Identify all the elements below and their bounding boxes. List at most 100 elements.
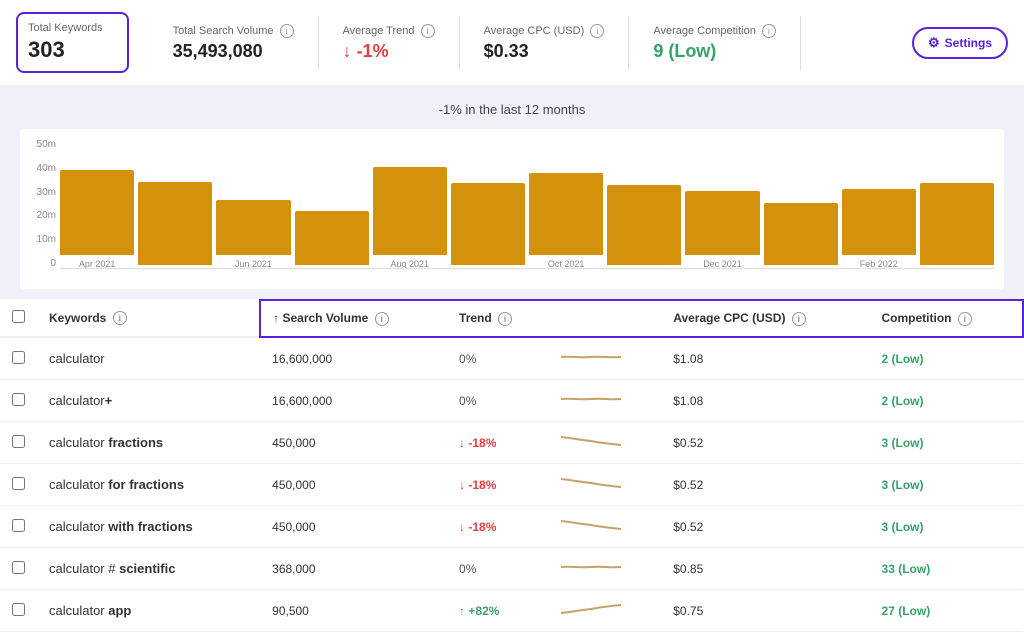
- competition-cell: 3 (Low): [870, 422, 1023, 464]
- keywords-table: Keywords i ↑ Search Volume i Trend i: [0, 299, 1024, 632]
- avg-trend-stat: Average Trend i ↓ -1%: [319, 16, 460, 70]
- gear-icon: ⚙: [928, 35, 940, 51]
- avg-competition-info-icon[interactable]: i: [762, 24, 776, 38]
- table-row: calculator app 90,500 ↑ +82% $0.75 27 (L…: [0, 590, 1023, 632]
- competition-cell: 3 (Low): [870, 506, 1023, 548]
- bar: [607, 185, 681, 265]
- row-checkbox-cell: [0, 548, 37, 590]
- cpc-cell: $0.52: [661, 506, 869, 548]
- bar: [60, 170, 134, 255]
- cpc-cell: $0.52: [661, 422, 869, 464]
- avg-trend-info-icon[interactable]: i: [421, 24, 435, 38]
- table-row: calculator fractions 450,000 ↓ -18% $0.5…: [0, 422, 1023, 464]
- cpc-cell: $1.08: [661, 337, 869, 380]
- search-volume-cell: 450,000: [260, 422, 447, 464]
- bar-group: Feb 2022: [842, 189, 916, 269]
- avg-cpc-info-icon[interactable]: i: [590, 24, 604, 38]
- row-checkbox-cell: [0, 422, 37, 464]
- competition-value: 3 (Low): [882, 436, 924, 450]
- search-volume-info-icon[interactable]: i: [280, 24, 294, 38]
- trend-value: 0%: [459, 562, 476, 576]
- keyword-bold: fractions: [108, 435, 163, 450]
- trend-cell: ↑ +82%: [447, 590, 549, 632]
- avg-cpc-label: Average CPC (USD) i: [484, 24, 605, 38]
- header-keywords: Keywords i: [37, 300, 260, 337]
- bar-group: Aug 2021: [373, 167, 447, 269]
- bar-group: [764, 203, 838, 269]
- keyword-cell: calculator for fractions: [37, 464, 260, 506]
- bar: [373, 167, 447, 255]
- select-all-checkbox[interactable]: [12, 310, 25, 323]
- cpc-cell: $0.52: [661, 464, 869, 506]
- sparkline-chart: [561, 389, 621, 409]
- search-volume-cell: 16,600,000: [260, 380, 447, 422]
- header-avg-cpc: Average CPC (USD) i: [661, 300, 869, 337]
- search-volume-cell: 450,000: [260, 464, 447, 506]
- header-checkbox-cell: [0, 300, 37, 337]
- chart-title: -1% in the last 12 months: [20, 102, 1004, 117]
- sparkline-cell: [549, 464, 661, 506]
- search-volume-cell: 90,500: [260, 590, 447, 632]
- sparkline-chart: [561, 515, 621, 535]
- bars-container: Apr 2021Jun 2021Aug 2021Oct 2021Dec 2021…: [60, 149, 994, 289]
- competition-cell: 27 (Low): [870, 590, 1023, 632]
- table-row: calculator for fractions 450,000 ↓ -18% …: [0, 464, 1023, 506]
- bar: [295, 211, 369, 265]
- main-container: Total Keywords 303 Total Search Volume i…: [0, 0, 1024, 632]
- trend-value: 0%: [459, 352, 476, 366]
- trend-cell: ↓ -18%: [447, 422, 549, 464]
- sparkline-cell: [549, 337, 661, 380]
- chart-area: 50m 40m 30m 20m 10m 0 Apr 2021Jun 2021Au…: [20, 129, 1004, 289]
- row-checkbox[interactable]: [12, 393, 25, 406]
- avg-cpc-col-info-icon[interactable]: i: [792, 312, 806, 326]
- keyword-cell: calculator app: [37, 590, 260, 632]
- row-checkbox[interactable]: [12, 519, 25, 532]
- total-keywords-stat: Total Keywords 303: [16, 12, 129, 73]
- row-checkbox-cell: [0, 337, 37, 380]
- competition-value: 33 (Low): [882, 562, 931, 576]
- avg-competition-label: Average Competition i: [653, 24, 776, 38]
- search-volume-label: Total Search Volume i: [173, 24, 294, 38]
- trend-col-info-icon[interactable]: i: [498, 312, 512, 326]
- row-checkbox[interactable]: [12, 351, 25, 364]
- keywords-info-icon[interactable]: i: [113, 311, 127, 325]
- row-checkbox-cell: [0, 380, 37, 422]
- row-checkbox[interactable]: [12, 435, 25, 448]
- competition-value: 2 (Low): [882, 352, 924, 366]
- trend-value: ↓ -18%: [459, 436, 496, 450]
- sparkline-chart: [561, 473, 621, 493]
- trend-value: 0%: [459, 394, 476, 408]
- sparkline-cell: [549, 590, 661, 632]
- cpc-cell: $0.75: [661, 590, 869, 632]
- sparkline-chart: [561, 599, 621, 619]
- bar: [842, 189, 916, 255]
- competition-cell: 33 (Low): [870, 548, 1023, 590]
- bar-group: [295, 211, 369, 269]
- sparkline-cell: [549, 548, 661, 590]
- table-row: calculator+ 16,600,000 0% $1.08 2 (Low): [0, 380, 1023, 422]
- bar: [138, 182, 212, 265]
- table-header-row: Keywords i ↑ Search Volume i Trend i: [0, 300, 1023, 337]
- competition-col-info-icon[interactable]: i: [958, 312, 972, 326]
- settings-button[interactable]: ⚙ Settings: [912, 27, 1008, 59]
- table-row: calculator 16,600,000 0% $1.08 2 (Low): [0, 337, 1023, 380]
- search-volume-cell: 450,000: [260, 506, 447, 548]
- search-volume-cell: 16,600,000: [260, 337, 447, 380]
- row-checkbox[interactable]: [12, 561, 25, 574]
- search-volume-col-info-icon[interactable]: i: [375, 312, 389, 326]
- row-checkbox[interactable]: [12, 603, 25, 616]
- competition-value: 27 (Low): [882, 604, 931, 618]
- cpc-cell: $1.08: [661, 380, 869, 422]
- bar-group: [138, 182, 212, 269]
- chart-section: -1% in the last 12 months 50m 40m 30m 20…: [0, 86, 1024, 299]
- stats-row: Total Keywords 303 Total Search Volume i…: [0, 0, 1024, 86]
- row-checkbox-cell: [0, 506, 37, 548]
- trend-arrow-down-icon: ↓: [343, 41, 352, 61]
- sparkline-chart: [561, 557, 621, 577]
- row-checkbox[interactable]: [12, 477, 25, 490]
- trend-cell: ↓ -18%: [447, 506, 549, 548]
- table-body: calculator 16,600,000 0% $1.08 2 (Low) c…: [0, 337, 1023, 632]
- trend-value: ↓ -18%: [459, 478, 496, 492]
- bar: [216, 200, 290, 255]
- total-keywords-value: 303: [28, 37, 103, 63]
